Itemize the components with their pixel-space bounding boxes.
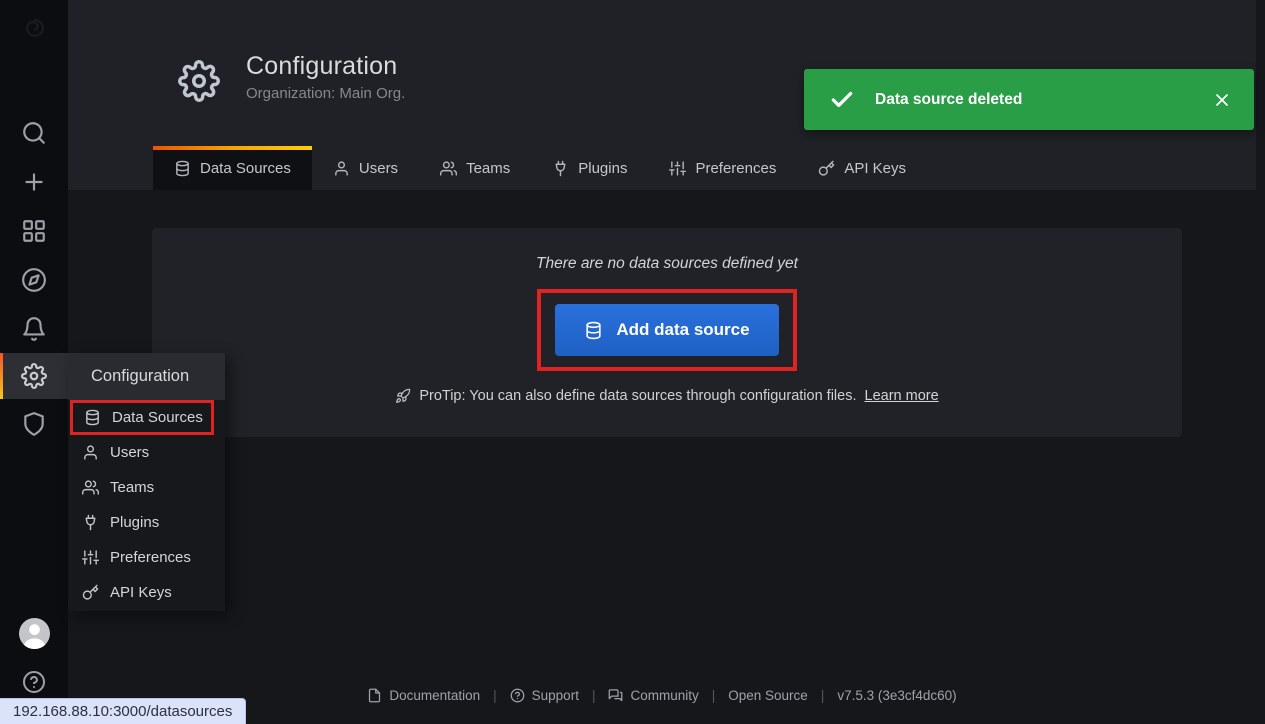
footer-link-label: Documentation	[389, 688, 480, 703]
help-circle-icon	[510, 688, 525, 703]
data-sources-empty-card: There are no data sources defined yet Ad…	[152, 228, 1182, 437]
page-subtitle: Organization: Main Org.	[246, 85, 405, 102]
users-icon	[82, 479, 99, 496]
flyout-item-users[interactable]: Users	[68, 435, 225, 470]
tab-label: Preferences	[695, 160, 776, 177]
tab-api-keys[interactable]: API Keys	[797, 146, 927, 190]
tab-bar: Data Sources Users Teams Plugins Prefere…	[153, 146, 927, 190]
footer-link-open-source[interactable]: Open Source	[728, 688, 808, 703]
footer: Documentation | Support | Community | Op…	[68, 683, 1256, 707]
plug-icon	[82, 514, 99, 531]
grafana-logo[interactable]	[18, 11, 52, 45]
sidebar-item-search[interactable]	[0, 108, 68, 157]
shield-icon	[21, 411, 47, 437]
plus-icon	[21, 169, 47, 195]
configuration-flyout-menu: Configuration Data Sources Users Teams P…	[68, 353, 225, 611]
sliders-icon	[669, 160, 686, 177]
flyout-item-plugins[interactable]: Plugins	[68, 505, 225, 540]
sidebar-item-alerting[interactable]	[0, 304, 68, 353]
database-icon	[84, 409, 101, 426]
flyout-title[interactable]: Configuration	[68, 353, 225, 400]
check-icon	[829, 87, 855, 113]
tab-label: Teams	[466, 160, 510, 177]
status-bar-url: 192.168.88.10:3000/datasources	[0, 698, 246, 724]
flyout-item-label: Data Sources	[112, 409, 203, 426]
footer-link-support[interactable]: Support	[510, 688, 579, 703]
flyout-item-label: Plugins	[110, 514, 159, 531]
protip-text: ProTip: You can also define data sources…	[419, 388, 856, 404]
flyout-item-label: Teams	[110, 479, 154, 496]
rocket-icon	[395, 388, 411, 404]
sidebar	[0, 0, 68, 724]
key-icon	[82, 584, 99, 601]
protip-row: ProTip: You can also define data sources…	[395, 388, 938, 404]
tab-label: Plugins	[578, 160, 627, 177]
flyout-item-data-sources[interactable]: Data Sources	[73, 403, 211, 432]
bell-icon	[21, 316, 47, 342]
tab-data-sources[interactable]: Data Sources	[153, 146, 312, 190]
database-icon	[174, 160, 191, 177]
avatar-person-icon	[19, 618, 50, 649]
tab-teams[interactable]: Teams	[419, 146, 531, 190]
add-button-label: Add data source	[616, 320, 749, 340]
document-icon	[367, 688, 382, 703]
configuration-gear-icon	[178, 60, 220, 102]
sidebar-item-explore[interactable]	[0, 255, 68, 304]
tab-label: Users	[359, 160, 398, 177]
footer-link-label: Open Source	[728, 688, 808, 703]
flyout-item-preferences[interactable]: Preferences	[68, 540, 225, 575]
flyout-item-api-keys[interactable]: API Keys	[68, 575, 225, 610]
compass-icon	[21, 267, 47, 293]
plug-icon	[552, 160, 569, 177]
footer-separator: |	[821, 688, 825, 703]
tab-preferences[interactable]: Preferences	[648, 146, 797, 190]
page-title: Configuration	[246, 52, 405, 81]
add-data-source-button[interactable]: Add data source	[555, 304, 779, 356]
flyout-item-teams[interactable]: Teams	[68, 470, 225, 505]
footer-link-label: Community	[630, 688, 698, 703]
toast-message: Data source deleted	[875, 91, 1022, 109]
help-circle-icon	[22, 670, 46, 694]
user-icon	[333, 160, 350, 177]
sliders-icon	[82, 549, 99, 566]
sidebar-item-server-admin[interactable]	[0, 399, 68, 448]
footer-separator: |	[592, 688, 596, 703]
flyout-item-label: API Keys	[110, 584, 172, 601]
database-icon	[584, 321, 603, 340]
tab-plugins[interactable]: Plugins	[531, 146, 648, 190]
footer-link-community[interactable]: Community	[608, 688, 698, 703]
gear-icon	[21, 363, 47, 389]
footer-link-documentation[interactable]: Documentation	[367, 688, 480, 703]
sidebar-item-configuration[interactable]	[0, 353, 68, 399]
dashboards-grid-icon	[21, 218, 47, 244]
empty-state-message: There are no data sources defined yet	[536, 255, 798, 273]
grafana-app: Configuration Organization: Main Org. Da…	[0, 0, 1265, 724]
key-icon	[818, 160, 835, 177]
tab-label: Data Sources	[200, 160, 291, 177]
footer-separator: |	[712, 688, 716, 703]
flyout-item-label: Users	[110, 444, 149, 461]
learn-more-link[interactable]: Learn more	[865, 388, 939, 404]
sidebar-item-dashboards[interactable]	[0, 206, 68, 255]
tab-label: API Keys	[844, 160, 906, 177]
sidebar-item-create[interactable]	[0, 157, 68, 206]
success-toast: Data source deleted	[804, 69, 1254, 130]
user-icon	[82, 444, 99, 461]
annotation-box-data-sources: Data Sources	[70, 400, 214, 435]
flyout-items: Data Sources Users Teams Plugins Prefere…	[68, 400, 225, 611]
footer-separator: |	[493, 688, 497, 703]
footer-link-label: Support	[532, 688, 579, 703]
annotation-box-add-button: Add data source	[537, 289, 797, 371]
footer-version: v7.5.3 (3e3cf4dc60)	[837, 688, 956, 703]
chat-icon	[608, 688, 623, 703]
tab-users[interactable]: Users	[312, 146, 419, 190]
toast-close-icon[interactable]	[1212, 90, 1232, 110]
sidebar-item-help[interactable]	[0, 666, 68, 698]
page-header: Configuration Organization: Main Org.	[178, 52, 405, 102]
flyout-item-label: Preferences	[110, 549, 191, 566]
search-icon	[21, 120, 47, 146]
user-avatar[interactable]	[19, 618, 50, 649]
users-icon	[440, 160, 457, 177]
sidebar-nav	[0, 108, 68, 448]
